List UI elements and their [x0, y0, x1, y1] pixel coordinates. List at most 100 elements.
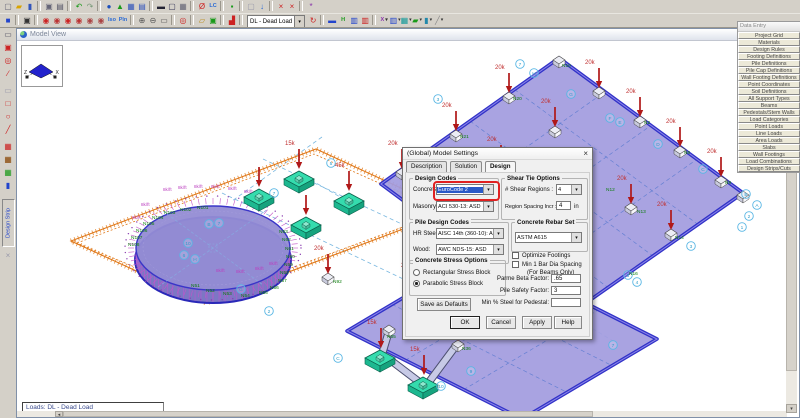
data-entry-item-all-support-types[interactable]: All Support Types: [738, 95, 800, 102]
concrete-code-select[interactable]: EuroCode 2 ▾: [436, 184, 494, 195]
tab-description[interactable]: Description: [406, 161, 447, 172]
new-file-icon[interactable]: ▢: [3, 1, 13, 12]
report-icon[interactable]: ▢: [246, 1, 256, 12]
redo-icon[interactable]: ↷: [85, 1, 95, 12]
apply-button[interactable]: Apply: [522, 316, 552, 329]
grid-tool-brown-icon[interactable]: ▦: [2, 154, 14, 166]
wood-select[interactable]: AWC NDS-15: ASD ▾: [436, 244, 504, 255]
data-entry-item-design-rules[interactable]: Design Rules: [738, 46, 800, 53]
tile-windows-icon[interactable]: ▦: [126, 1, 136, 12]
zoom-box-icon[interactable]: ▭: [159, 15, 169, 26]
pile-safety-input[interactable]: 3: [551, 286, 581, 295]
delete-all-results-icon[interactable]: ×: [287, 1, 297, 12]
data-entry-item-slabs[interactable]: Slabs: [738, 144, 800, 151]
data-entry-item-load-categories[interactable]: Load Categories: [738, 116, 800, 123]
pin-support-3-icon[interactable]: ◉: [63, 15, 73, 26]
delete-results-icon[interactable]: ×: [276, 1, 286, 12]
data-entry-item-design-strips-cuts[interactable]: Design Strips/Cuts: [738, 165, 800, 172]
active-load-combo[interactable]: DL - Dead Load▾: [247, 15, 305, 28]
pin-support-6-icon[interactable]: ◉: [96, 15, 106, 26]
pin-support-1-icon[interactable]: ◉: [41, 15, 51, 26]
select-window-icon[interactable]: ▭: [2, 29, 14, 41]
draw-piles-icon[interactable]: ▥: [360, 15, 370, 26]
lock-icon[interactable]: ▮: [2, 180, 14, 192]
hscroll-thumb[interactable]: [63, 411, 593, 417]
rotate-view-icon[interactable]: ◎: [2, 55, 14, 67]
plot-options-icon[interactable]: ▟: [227, 15, 237, 26]
masonry-code-select[interactable]: ACI 530-13: ASD ▾: [436, 201, 494, 212]
draw-columns-icon[interactable]: ▥▾: [390, 15, 400, 26]
new-window-icon[interactable]: ▢: [167, 1, 177, 12]
data-entry-item-pedestals-stem-walls[interactable]: Pedestals/Stem Walls: [738, 109, 800, 116]
draw-slabs-icon[interactable]: ▰▾: [412, 15, 422, 26]
snapshot-icon[interactable]: ▣: [22, 15, 32, 26]
undo-icon[interactable]: ↶: [74, 1, 84, 12]
help-icon[interactable]: *: [306, 1, 316, 12]
data-entry-item-beams[interactable]: Beams: [738, 102, 800, 109]
draw-beams-icon[interactable]: H: [338, 15, 348, 26]
dialog-close-icon[interactable]: ×: [583, 148, 588, 160]
model-settings-icon[interactable]: ■: [3, 15, 13, 26]
data-entry-item-footing-definitions[interactable]: Footing Definitions: [738, 53, 800, 60]
data-entry-item-pile-definitions[interactable]: Pile Definitions: [738, 60, 800, 67]
data-entry-item-project-grid[interactable]: Project Grid: [738, 32, 800, 39]
target-icon[interactable]: ◎: [178, 15, 188, 26]
pin-support-4-icon[interactable]: ◉: [74, 15, 84, 26]
data-entry-item-load-combinations[interactable]: Load Combinations: [738, 158, 800, 165]
data-entry-item-point-coordinates[interactable]: Point Coordinates: [738, 81, 800, 88]
render-view-icon[interactable]: ●: [104, 1, 114, 12]
help-button[interactable]: Help: [554, 316, 582, 329]
hscroll-left-arrow-icon[interactable]: ◂: [55, 411, 63, 417]
dropdown-arrow-icon[interactable]: ▾: [493, 245, 503, 254]
dropdown-arrow-icon[interactable]: ▾: [483, 202, 493, 211]
shear-regions-select[interactable]: 4 ▾: [556, 184, 582, 195]
horizontal-scrollbar[interactable]: ◂: [17, 411, 787, 417]
ok-button[interactable]: OK: [450, 316, 480, 329]
data-entry-header[interactable]: Data Entry: [738, 22, 800, 32]
iso-view-icon[interactable]: Iso: [107, 15, 117, 26]
region-spacing-input[interactable]: 4: [556, 201, 571, 210]
design-strip-button[interactable]: Design Strip: [2, 199, 15, 247]
min-bar-dia-checkbox[interactable]: [512, 261, 519, 268]
draw-line-icon[interactable]: ╱: [2, 124, 14, 136]
min-steel-input[interactable]: [551, 298, 581, 307]
parabolic-stress-radio[interactable]: [413, 280, 420, 287]
dropdown-arrow-icon[interactable]: ▾: [483, 185, 493, 194]
copy-properties-icon[interactable]: ▣: [208, 15, 218, 26]
open-folder-icon[interactable]: ▰: [14, 1, 24, 12]
export-icon[interactable]: ↓: [257, 1, 267, 12]
zoom-in-icon[interactable]: ⊕: [137, 15, 147, 26]
zoom-out-icon[interactable]: ⊖: [148, 15, 158, 26]
draw-strips-icon[interactable]: ╱▾: [434, 15, 444, 26]
monitor-icon[interactable]: ▬: [156, 1, 166, 12]
spreadsheet-icon[interactable]: ▦: [178, 1, 188, 12]
optimize-footings-checkbox[interactable]: [512, 252, 519, 259]
draw-supports-icon[interactable]: ▮▾: [423, 15, 433, 26]
data-entry-item-pile-cap-definitions[interactable]: Pile Cap Definitions: [738, 67, 800, 74]
print-icon[interactable]: ▤: [55, 1, 65, 12]
model-view-titlebar[interactable]: Model View: [17, 29, 799, 41]
refresh-loads-icon[interactable]: ↻: [308, 15, 318, 26]
dialog-titlebar[interactable]: (Global) Model Settings ×: [403, 148, 592, 160]
edit-drawing-icon[interactable]: ▱: [197, 15, 207, 26]
data-entry-item-wall-footings[interactable]: Wall Footings: [738, 151, 800, 158]
grid-tool-red-icon[interactable]: ▦: [2, 141, 14, 153]
data-entry-item-wall-footing-definitions[interactable]: Wall Footing Definitions: [738, 74, 800, 81]
save-as-defaults-button[interactable]: Save as Defaults: [417, 298, 471, 311]
rebar-set-select[interactable]: ASTM A615 ▾: [515, 232, 582, 243]
rectangular-stress-radio[interactable]: [413, 269, 420, 276]
data-entry-item-area-loads[interactable]: Area Loads: [738, 137, 800, 144]
cascade-windows-icon[interactable]: ▤: [137, 1, 147, 12]
draw-plates-icon[interactable]: X▾: [379, 15, 389, 26]
copy-icon[interactable]: ▣: [44, 1, 54, 12]
draw-pedestals-icon[interactable]: ▥: [349, 15, 359, 26]
solve-icon[interactable]: Ø: [197, 1, 207, 12]
dropdown-arrow-icon[interactable]: ▾: [571, 185, 581, 194]
dropdown-arrow-icon[interactable]: ▾: [571, 233, 581, 242]
pin-support-5-icon[interactable]: ◉: [85, 15, 95, 26]
data-entry-item-point-loads[interactable]: Point Loads: [738, 123, 800, 130]
draw-rect-icon[interactable]: □: [2, 98, 14, 110]
draw-circle-icon[interactable]: ○: [2, 111, 14, 123]
cancel-button[interactable]: Cancel: [486, 316, 516, 329]
grid-tool-green-icon[interactable]: ▦: [2, 167, 14, 179]
